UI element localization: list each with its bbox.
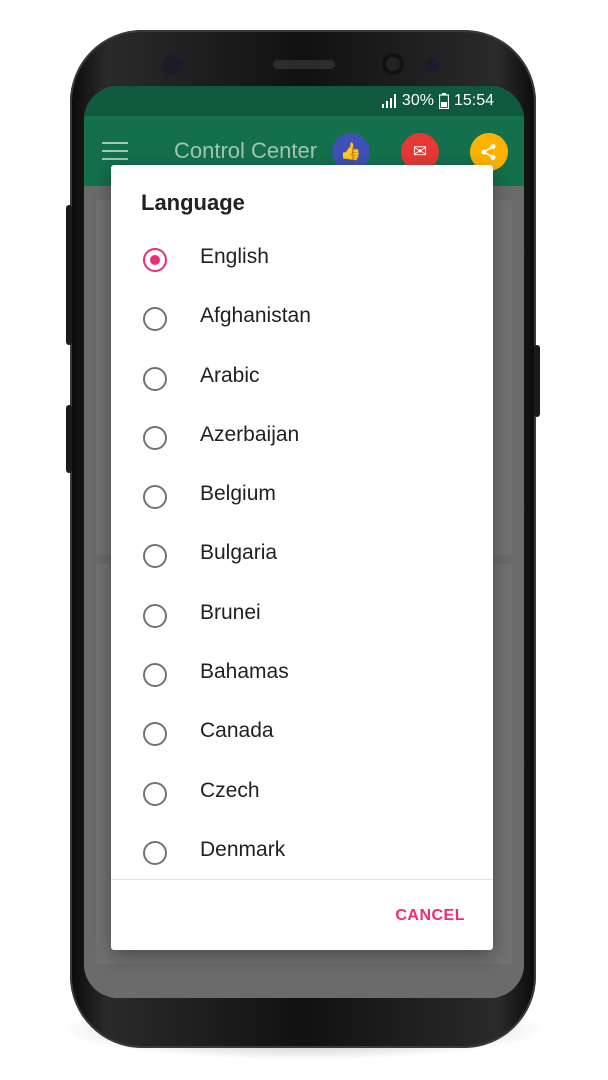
front-sensor bbox=[162, 55, 182, 75]
language-option[interactable]: Bulgaria bbox=[111, 526, 493, 585]
language-option[interactable]: Afghanistan bbox=[111, 289, 493, 348]
bixby-button bbox=[66, 405, 72, 473]
iris-sensor bbox=[425, 58, 439, 72]
radio-unchecked-icon[interactable] bbox=[143, 781, 167, 806]
language-option[interactable]: Bahamas bbox=[111, 645, 493, 704]
radio-unchecked-icon[interactable] bbox=[143, 425, 167, 450]
radio-unchecked-icon[interactable] bbox=[143, 366, 167, 391]
earpiece-speaker bbox=[273, 60, 335, 69]
option-label: Arabic bbox=[200, 363, 260, 387]
language-option[interactable]: Azerbaijan bbox=[111, 408, 493, 467]
status-time: 15:54 bbox=[453, 92, 494, 109]
radio-unchecked-icon[interactable] bbox=[143, 663, 167, 688]
option-label: Belgium bbox=[200, 482, 276, 506]
language-option[interactable]: Belgium bbox=[111, 467, 493, 526]
language-dialog: Language English Afghanistan Arabic Azer… bbox=[111, 165, 493, 950]
power-button bbox=[534, 345, 540, 417]
battery-icon bbox=[438, 93, 449, 109]
option-label: Bahamas bbox=[200, 660, 289, 684]
front-camera bbox=[382, 53, 404, 75]
option-label: Brunei bbox=[200, 600, 261, 624]
battery-percent: 30% bbox=[401, 92, 434, 109]
radio-unchecked-icon[interactable] bbox=[143, 722, 167, 747]
language-options-list: English Afghanistan Arabic Azerbaijan Be… bbox=[111, 230, 493, 882]
radio-unchecked-icon[interactable] bbox=[143, 603, 167, 628]
option-label: Denmark bbox=[200, 837, 286, 861]
language-option[interactable]: English bbox=[111, 230, 493, 289]
cancel-button[interactable]: CANCEL bbox=[395, 907, 465, 925]
dialog-title: Language bbox=[141, 190, 245, 215]
app-title: Control Center bbox=[174, 138, 318, 163]
dialog-divider bbox=[111, 879, 493, 880]
radio-unchecked-icon[interactable] bbox=[143, 840, 167, 865]
radio-unchecked-icon[interactable] bbox=[143, 544, 167, 569]
radio-unchecked-icon[interactable] bbox=[143, 485, 167, 510]
volume-button bbox=[66, 205, 72, 345]
option-label: Afghanistan bbox=[200, 304, 311, 328]
status-bar: 30% 15:54 bbox=[84, 86, 524, 116]
language-option[interactable]: Brunei bbox=[111, 586, 493, 645]
language-option[interactable]: Canada bbox=[111, 704, 493, 763]
language-option[interactable]: Denmark bbox=[111, 823, 493, 882]
option-label: English bbox=[200, 245, 269, 268]
option-label: Czech bbox=[200, 778, 260, 802]
menu-icon[interactable] bbox=[102, 142, 128, 160]
option-label: Canada bbox=[200, 719, 274, 743]
radio-checked-icon[interactable] bbox=[143, 248, 167, 272]
option-label: Azerbaijan bbox=[200, 422, 300, 446]
signal-icon bbox=[381, 94, 396, 108]
radio-unchecked-icon[interactable] bbox=[143, 307, 167, 332]
language-option[interactable]: Czech bbox=[111, 764, 493, 823]
language-option[interactable]: Arabic bbox=[111, 349, 493, 408]
option-label: Bulgaria bbox=[200, 541, 278, 565]
